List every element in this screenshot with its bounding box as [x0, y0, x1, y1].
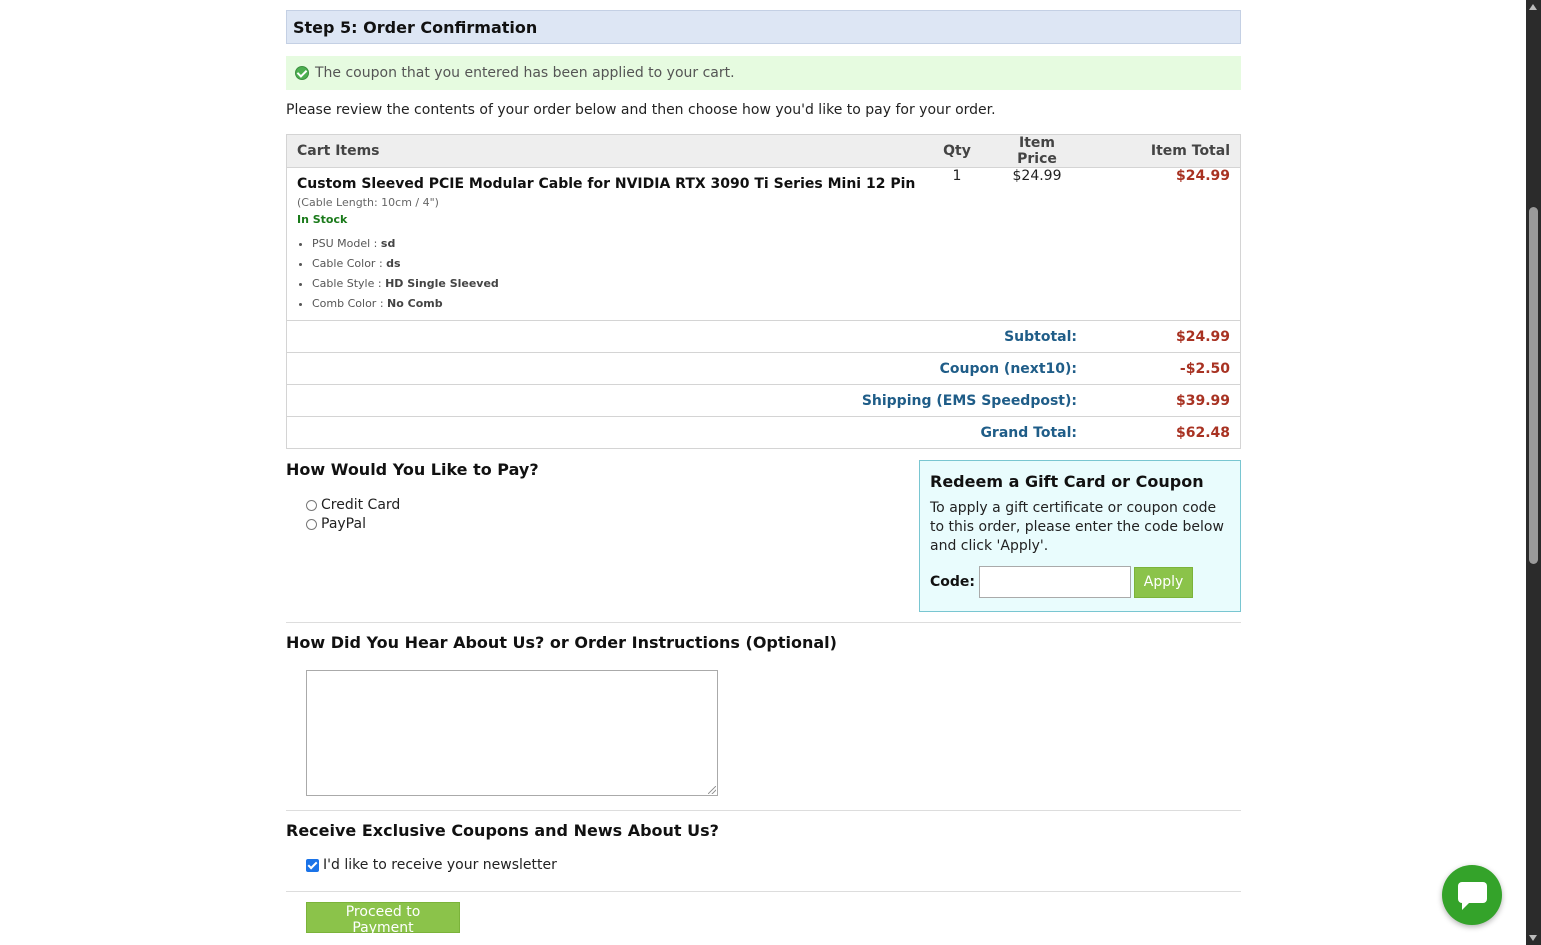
page-scrollbar[interactable]	[1526, 0, 1541, 945]
radio-credit-card[interactable]	[306, 499, 317, 511]
product-attributes: PSU Model : sd Cable Color : ds Cable St…	[297, 234, 917, 314]
attr-psu-model: PSU Model : sd	[312, 234, 917, 254]
credit-card-label[interactable]: Credit Card	[321, 497, 400, 513]
instructions-title: How Did You Hear About Us? or Order Inst…	[286, 633, 837, 652]
intro-text: Please review the contents of your order…	[286, 102, 996, 118]
coupon-box-text: To apply a gift certificate or coupon co…	[930, 500, 1224, 554]
payment-option-credit-card[interactable]: Credit Card	[306, 497, 400, 513]
scroll-thumb[interactable]	[1529, 207, 1538, 564]
order-instructions-textarea[interactable]	[306, 670, 718, 796]
newsletter-title: Receive Exclusive Coupons and News About…	[286, 821, 719, 840]
coupon-row: Coupon (next10): -$2.50	[286, 352, 1241, 385]
scroll-up-arrow-icon[interactable]	[1529, 4, 1537, 10]
newsletter-checkbox[interactable]	[306, 858, 319, 872]
newsletter-label[interactable]: I'd like to receive your newsletter	[323, 857, 557, 873]
item-total: $24.99	[1087, 167, 1241, 321]
product-meta: (Cable Length: 10cm / 4")	[297, 196, 439, 209]
col-qty: Qty	[927, 134, 987, 168]
attr-comb-color: Comb Color : No Comb	[312, 294, 917, 314]
attr-cable-style: Cable Style : HD Single Sleeved	[312, 274, 917, 294]
check-circle-icon	[295, 66, 309, 80]
apply-button[interactable]: Apply	[1134, 566, 1194, 598]
cart-header-row: Cart Items Qty Item Price Item Total	[286, 134, 1241, 168]
paypal-label[interactable]: PayPal	[321, 516, 366, 532]
shipping-label: Shipping (EMS Speedpost):	[286, 384, 1087, 417]
chat-bubble-icon	[1458, 882, 1487, 910]
subtotal-label: Subtotal:	[286, 320, 1087, 353]
payment-option-paypal[interactable]: PayPal	[306, 516, 366, 532]
radio-paypal[interactable]	[306, 518, 317, 530]
cart-table: Cart Items Qty Item Price Item Total Cus…	[286, 134, 1241, 449]
shipping-row: Shipping (EMS Speedpost): $39.99	[286, 384, 1241, 417]
subtotal-row: Subtotal: $24.99	[286, 320, 1241, 353]
payment-title: How Would You Like to Pay?	[286, 460, 539, 479]
coupon-value: -$2.50	[1087, 352, 1241, 385]
resize-grip-icon[interactable]	[708, 786, 716, 794]
grand-total-value: $62.48	[1087, 416, 1241, 449]
chat-button[interactable]	[1442, 865, 1502, 925]
stock-status: In Stock	[297, 213, 348, 226]
subtotal-value: $24.99	[1087, 320, 1241, 353]
cart-item-row: Custom Sleeved PCIE Modular Cable for NV…	[286, 167, 1241, 321]
item-price: $24.99	[987, 167, 1087, 321]
item-qty: 1	[927, 167, 987, 321]
grand-total-label: Grand Total:	[286, 416, 1087, 449]
coupon-code-input[interactable]	[979, 566, 1132, 598]
col-cart-items: Cart Items	[286, 134, 927, 168]
coupon-label: Coupon (next10):	[286, 352, 1087, 385]
notice-text: The coupon that you entered has been app…	[315, 65, 735, 81]
divider	[286, 622, 1241, 623]
grand-total-row: Grand Total: $62.48	[286, 416, 1241, 449]
coupon-box-title: Redeem a Gift Card or Coupon	[930, 472, 1204, 491]
divider	[286, 810, 1241, 811]
code-label: Code:	[930, 574, 976, 590]
code-row: Code: Apply	[930, 566, 1230, 598]
product-name[interactable]: Custom Sleeved PCIE Modular Cable for NV…	[297, 176, 917, 192]
attr-cable-color: Cable Color : ds	[312, 254, 917, 274]
coupon-box: Redeem a Gift Card or Coupon To apply a …	[919, 460, 1241, 612]
col-item-price: Item Price	[987, 134, 1087, 168]
divider	[286, 891, 1241, 892]
scroll-down-arrow-icon[interactable]	[1529, 935, 1537, 941]
proceed-to-payment-button[interactable]: Proceed to Payment	[306, 902, 460, 936]
newsletter-option[interactable]: I'd like to receive your newsletter	[306, 857, 557, 873]
step-header: Step 5: Order Confirmation	[286, 10, 1241, 44]
shipping-value: $39.99	[1087, 384, 1241, 417]
coupon-applied-notice: The coupon that you entered has been app…	[286, 56, 1241, 90]
col-item-total: Item Total	[1087, 134, 1241, 168]
